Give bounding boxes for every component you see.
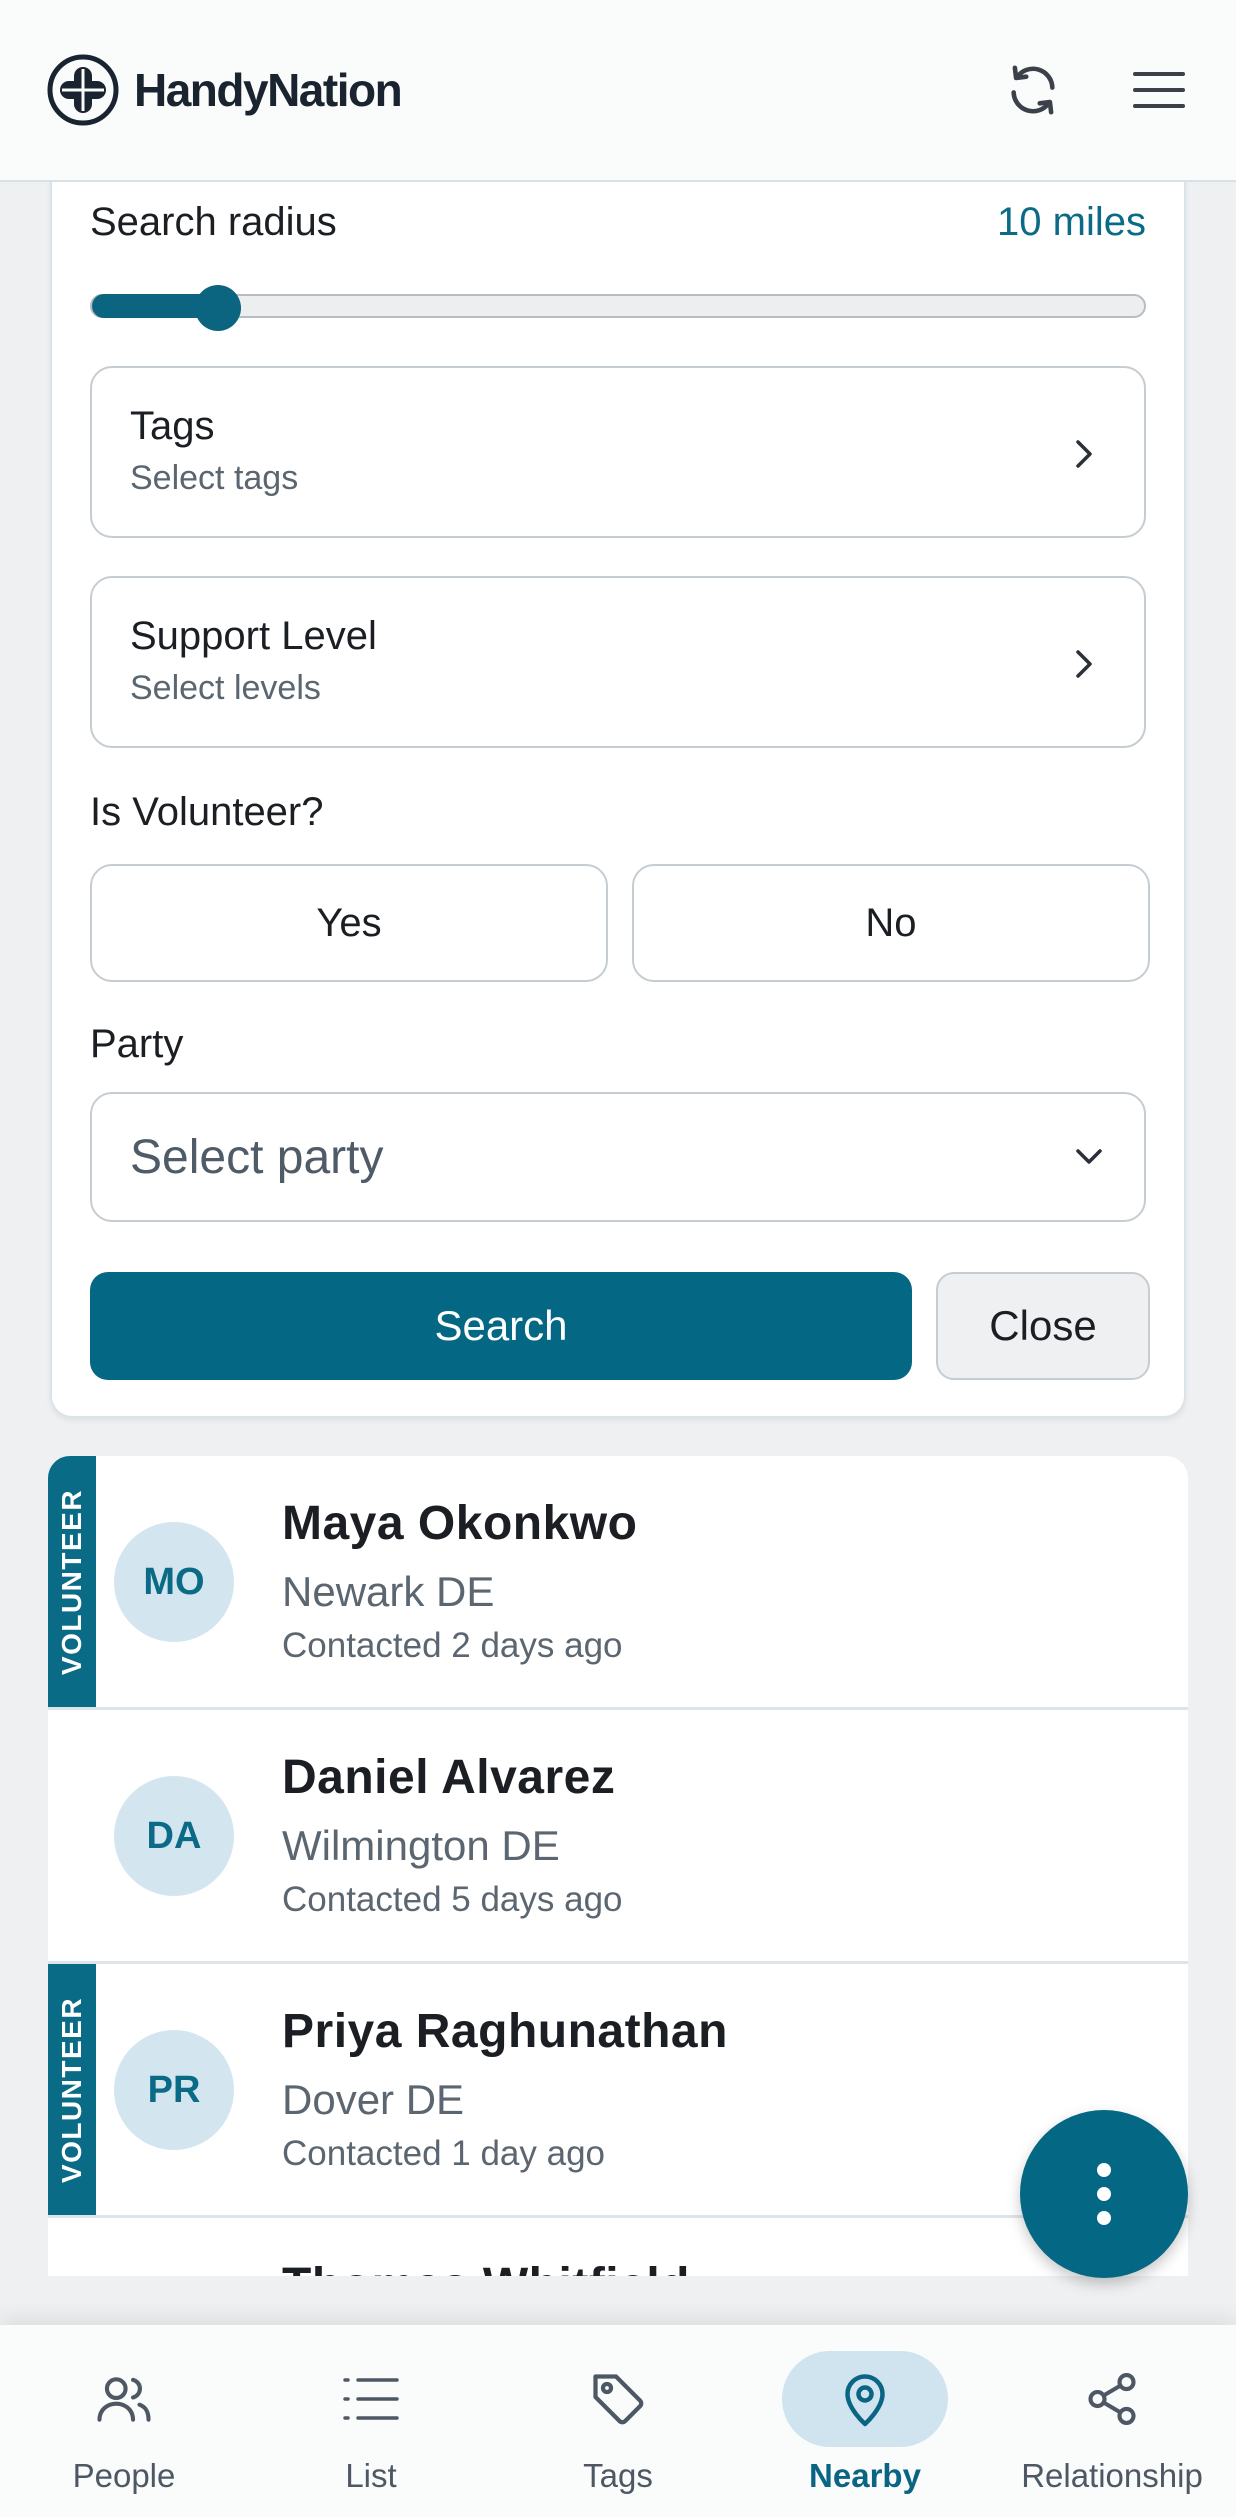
list-item[interactable]: DA Daniel Alvarez Wilmington DE Contacte… bbox=[48, 1710, 1188, 1964]
radius-value: 10 miles bbox=[997, 200, 1146, 244]
tags-select-title: Tags bbox=[130, 404, 215, 448]
brand: HandyNation bbox=[46, 53, 403, 127]
contact-location: Dover DE bbox=[282, 2076, 465, 2123]
contact-name: Priya Raghunathan bbox=[282, 2005, 728, 2058]
nav-people[interactable]: People bbox=[4, 2325, 244, 2517]
share-nodes-icon bbox=[1088, 2373, 1136, 2425]
radius-label: Search radius bbox=[90, 200, 337, 244]
radius-slider[interactable] bbox=[90, 285, 1146, 331]
list-item[interactable]: VOLUNTEER MO Maya Okonkwo Newark DE Cont… bbox=[48, 1456, 1188, 1710]
party-select[interactable]: Select party bbox=[90, 1092, 1146, 1222]
filter-panel: Search radius 10 miles Tags Select tags … bbox=[50, 170, 1186, 1418]
contact-name: Daniel Alvarez bbox=[282, 1751, 616, 1804]
tags-select-placeholder: Select tags bbox=[130, 459, 299, 497]
avatar: PR bbox=[114, 2030, 234, 2150]
radius-slider-thumb[interactable] bbox=[195, 285, 242, 331]
contact-name: Thomas Whitfield bbox=[282, 2258, 690, 2276]
more-actions-fab[interactable] bbox=[1020, 2110, 1188, 2278]
volunteer-no-button[interactable]: No bbox=[632, 864, 1150, 982]
menu-button[interactable] bbox=[1126, 57, 1192, 123]
nav-label: Tags bbox=[583, 2457, 653, 2494]
support-level-select[interactable]: Support Level Select levels bbox=[90, 576, 1146, 748]
nav-label: List bbox=[345, 2457, 397, 2494]
contact-name: Maya Okonkwo bbox=[282, 1497, 638, 1550]
refresh-button[interactable] bbox=[1000, 57, 1066, 123]
more-vertical-icon bbox=[1097, 2163, 1111, 2225]
nav-list[interactable]: List bbox=[251, 2325, 491, 2517]
contact-location: Newark DE bbox=[282, 1568, 495, 1615]
nav-label: Relationship bbox=[1021, 2457, 1203, 2494]
party-label: Party bbox=[90, 1022, 184, 1066]
nav-tags[interactable]: Tags bbox=[498, 2325, 738, 2517]
avatar: DA bbox=[114, 1776, 234, 1896]
handynation-logo-icon bbox=[47, 54, 119, 126]
list-item[interactable]: VOLUNTEER PR Priya Raghunathan Dover DE … bbox=[48, 1964, 1188, 2218]
people-icon bbox=[97, 2377, 151, 2422]
nav-label: People bbox=[72, 2457, 176, 2494]
tag-icon bbox=[593, 2374, 644, 2425]
support-level-placeholder: Select levels bbox=[130, 669, 321, 707]
results-list: VOLUNTEER MO Maya Okonkwo Newark DE Cont… bbox=[48, 1456, 1188, 2276]
location-pin-icon bbox=[845, 2374, 885, 2427]
chevron-right-icon bbox=[1076, 440, 1092, 468]
chevron-right-icon bbox=[1076, 650, 1092, 678]
contact-last-contacted: Contacted 1 day ago bbox=[282, 2134, 606, 2173]
app-header: HandyNation bbox=[0, 0, 1236, 182]
refresh-icon bbox=[1011, 65, 1055, 115]
list-icon bbox=[343, 2378, 399, 2420]
contact-location: Wilmington DE bbox=[282, 1822, 560, 1869]
contact-last-contacted: Contacted 2 days ago bbox=[282, 1626, 623, 1665]
list-item[interactable]: Thomas Whitfield bbox=[48, 2218, 1188, 2276]
party-select-placeholder: Select party bbox=[130, 1130, 384, 1184]
support-level-title: Support Level bbox=[130, 614, 377, 658]
chevron-down-icon bbox=[1076, 1149, 1102, 1164]
nav-nearby[interactable]: Nearby bbox=[745, 2325, 985, 2517]
hamburger-menu-icon bbox=[1133, 72, 1185, 108]
close-button[interactable]: Close bbox=[936, 1272, 1150, 1380]
nav-label: Nearby bbox=[809, 2457, 921, 2494]
search-button[interactable]: Search bbox=[90, 1272, 912, 1380]
bottom-navigation: People List Tags Nearby Relationship bbox=[0, 2325, 1236, 2517]
volunteer-yes-button[interactable]: Yes bbox=[90, 864, 608, 982]
volunteer-label: Is Volunteer? bbox=[90, 790, 324, 834]
nav-relationship[interactable]: Relationship bbox=[992, 2325, 1232, 2517]
avatar: MO bbox=[114, 1522, 234, 1642]
app-name: HandyNation bbox=[134, 64, 403, 116]
volunteer-badge: VOLUNTEER bbox=[48, 1964, 96, 2215]
volunteer-badge: VOLUNTEER bbox=[48, 1456, 96, 1707]
contact-last-contacted: Contacted 5 days ago bbox=[282, 1880, 623, 1919]
tags-select[interactable]: Tags Select tags bbox=[90, 366, 1146, 538]
